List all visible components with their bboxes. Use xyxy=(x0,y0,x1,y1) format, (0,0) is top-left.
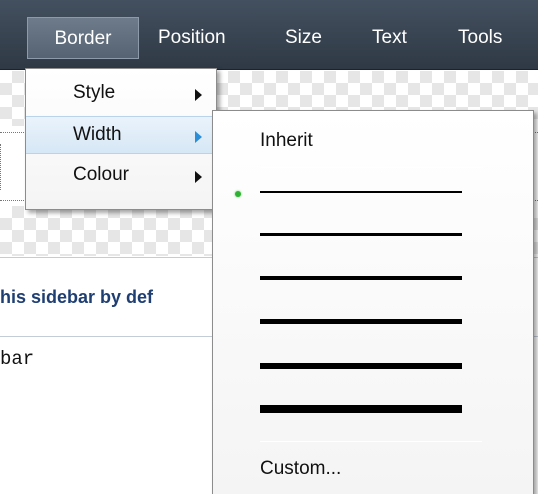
dotted-border-left xyxy=(0,144,4,190)
menu-position[interactable]: Position xyxy=(140,17,244,59)
border-menu: Style Width Colour xyxy=(25,68,217,210)
menu-item-width[interactable]: Width xyxy=(26,116,216,154)
menu-item-label: Width xyxy=(73,124,122,145)
separator xyxy=(260,167,482,168)
menu-item-colour[interactable]: Colour xyxy=(26,157,216,195)
submenu-arrow-icon xyxy=(195,171,202,183)
width-option-3[interactable] xyxy=(213,259,533,299)
width-submenu: Inherit Custom... xyxy=(212,110,534,494)
menu-item-label: Style xyxy=(73,82,116,103)
width-option-4[interactable] xyxy=(213,303,533,343)
line-sample xyxy=(260,405,462,413)
width-option-6[interactable] xyxy=(213,391,533,431)
submenu-arrow-icon xyxy=(195,89,202,101)
menu-text[interactable]: Text xyxy=(354,17,425,59)
custom-label: Custom... xyxy=(260,458,342,479)
sidebar-code-clip: bar xyxy=(0,340,212,370)
menu-item-label: Colour xyxy=(73,164,129,185)
sidebar-heading-clip: his sidebar by def xyxy=(0,280,212,316)
inherit-label: Inherit xyxy=(260,130,313,151)
width-option-2[interactable] xyxy=(213,215,533,255)
line-sample xyxy=(260,191,462,193)
menu-size[interactable]: Size xyxy=(267,17,340,59)
selected-indicator-icon xyxy=(235,191,241,197)
sidebar-heading: his sidebar by def xyxy=(0,287,154,307)
menu-tools[interactable]: Tools xyxy=(440,17,520,59)
submenu-arrow-icon xyxy=(195,131,202,143)
sidebar-code: bar xyxy=(0,348,35,370)
menu-item-style[interactable]: Style xyxy=(26,75,216,113)
separator xyxy=(260,441,482,442)
line-sample xyxy=(260,319,462,324)
menubar: Border Position Size Text Tools xyxy=(0,0,538,70)
line-sample xyxy=(260,276,462,280)
submenu-item-inherit[interactable]: Inherit xyxy=(213,121,533,161)
line-sample xyxy=(260,233,462,236)
width-option-5[interactable] xyxy=(213,347,533,387)
width-option-1[interactable] xyxy=(213,171,533,211)
line-sample xyxy=(260,363,462,369)
submenu-item-custom[interactable]: Custom... xyxy=(213,449,533,489)
menu-border[interactable]: Border xyxy=(27,17,139,59)
